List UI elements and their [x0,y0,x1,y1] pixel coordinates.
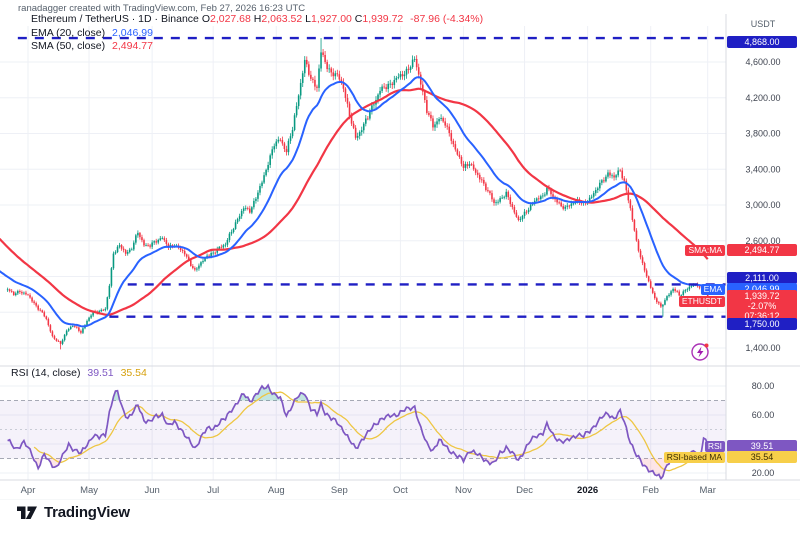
sma-axis-badge-chip: SMA:MA [685,245,725,256]
time-axis-labels[interactable]: Apr May Jun Jul Aug Sep Oct Nov Dec 2026 Feb Mar [21,485,716,496]
svg-text:60.00: 60.00 [752,410,775,420]
sma-axis-badge: 2,494.77 [727,244,797,256]
price-axis-labels: 4,600.00 4,200.00 3,800.00 3,400.00 3,000.00… [745,57,780,478]
tradingview-logo-icon [16,504,38,521]
x-axis-label-Jun: Jun [144,485,159,496]
svg-text:3,400.00: 3,400.00 [745,164,780,174]
sma-value: 2,494.77 [112,40,153,52]
chart-plot-area[interactable]: 4,600.00 4,200.00 3,800.00 3,400.00 3,000.00… [0,0,800,500]
change-value: -87.96 (-4.34%) [410,13,483,25]
symbol-legend-row[interactable]: Ethereum / TetherUS · 1D · Binance O2,02… [31,13,483,25]
sma-legend-row[interactable]: SMA (50, close) 2,494.77 [31,40,153,52]
ohlc-part: 2,063.52 [261,13,302,25]
ohlc-part: C [352,13,363,25]
ohlc-part: O [202,13,210,25]
rsi-ma-value: 35.54 [121,367,147,379]
rsi-pane[interactable] [0,385,726,479]
level-4868-badge: 4,868.00 [727,36,797,48]
rsi-value: 39.51 [87,367,113,379]
x-axis-label-Feb: Feb [643,485,659,496]
last-price-badge-chip: ETHUSDT [679,296,725,307]
ema-legend-row[interactable]: EMA (20, close) 2,046.99 [31,27,153,39]
x-axis-label-Oct: Oct [393,485,408,496]
ema-label: EMA (20, close) [31,27,105,39]
x-axis-label-May: May [80,485,98,496]
svg-text:20.00: 20.00 [752,468,775,478]
svg-text:3,800.00: 3,800.00 [745,129,780,139]
tradingview-chart-window: 4,600.00 4,200.00 3,800.00 3,400.00 3,000.00… [0,0,800,536]
symbol-title: Ethereum / TetherUS · 1D · Binance [31,13,199,25]
ema-axis-badge-chip: EMA [701,284,725,295]
x-axis-label-Dec: Dec [516,485,533,496]
svg-text:3,000.00: 3,000.00 [745,200,780,210]
x-axis-label-Nov: Nov [455,485,472,496]
sma-label: SMA (50, close) [31,40,105,52]
level-1750-badge: 1,750.00 [727,318,797,330]
svg-text:1,400.00: 1,400.00 [745,343,780,353]
x-axis-label-Jul: Jul [207,485,219,496]
tradingview-logo-text: TradingView [44,504,130,521]
x-axis-label-Sep: Sep [331,485,348,496]
rsi-label: RSI (14, close) [11,367,80,379]
rsi-ma-axis-badge: 35.54 [727,451,797,463]
tradingview-logo[interactable]: TradingView [16,504,130,521]
rsi-axis-badge-chip: RSI [705,441,725,452]
rsi-ma-axis-badge-chip: RSI-based MA [664,452,725,463]
x-axis-label-2026: 2026 [577,485,598,496]
ohlc-part: 2,027.68 [210,13,251,25]
ohlc-values: O2,027.68 H2,063.52 L1,927.00 C1,939.72 [202,13,403,25]
svg-text:4,600.00: 4,600.00 [745,57,780,67]
svg-text:4,200.00: 4,200.00 [745,93,780,103]
x-axis-label-Mar: Mar [700,485,716,496]
ohlc-part: 1,939.72 [362,13,403,25]
x-axis-label-Aug: Aug [268,485,285,496]
boost-lightning-icon[interactable] [692,344,709,361]
ohlc-part: 1,927.00 [311,13,352,25]
support-resistance-lines[interactable] [18,38,726,317]
ohlc-part: L [302,13,311,25]
rsi-legend-row[interactable]: RSI (14, close) 39.51 35.54 [11,367,147,379]
price-axis-currency[interactable]: USDT [726,19,800,29]
svg-text:80.00: 80.00 [752,381,775,391]
ohlc-part: H [251,13,262,25]
ema-value: 2,046.99 [112,27,153,39]
x-axis-label-Apr: Apr [21,485,36,496]
